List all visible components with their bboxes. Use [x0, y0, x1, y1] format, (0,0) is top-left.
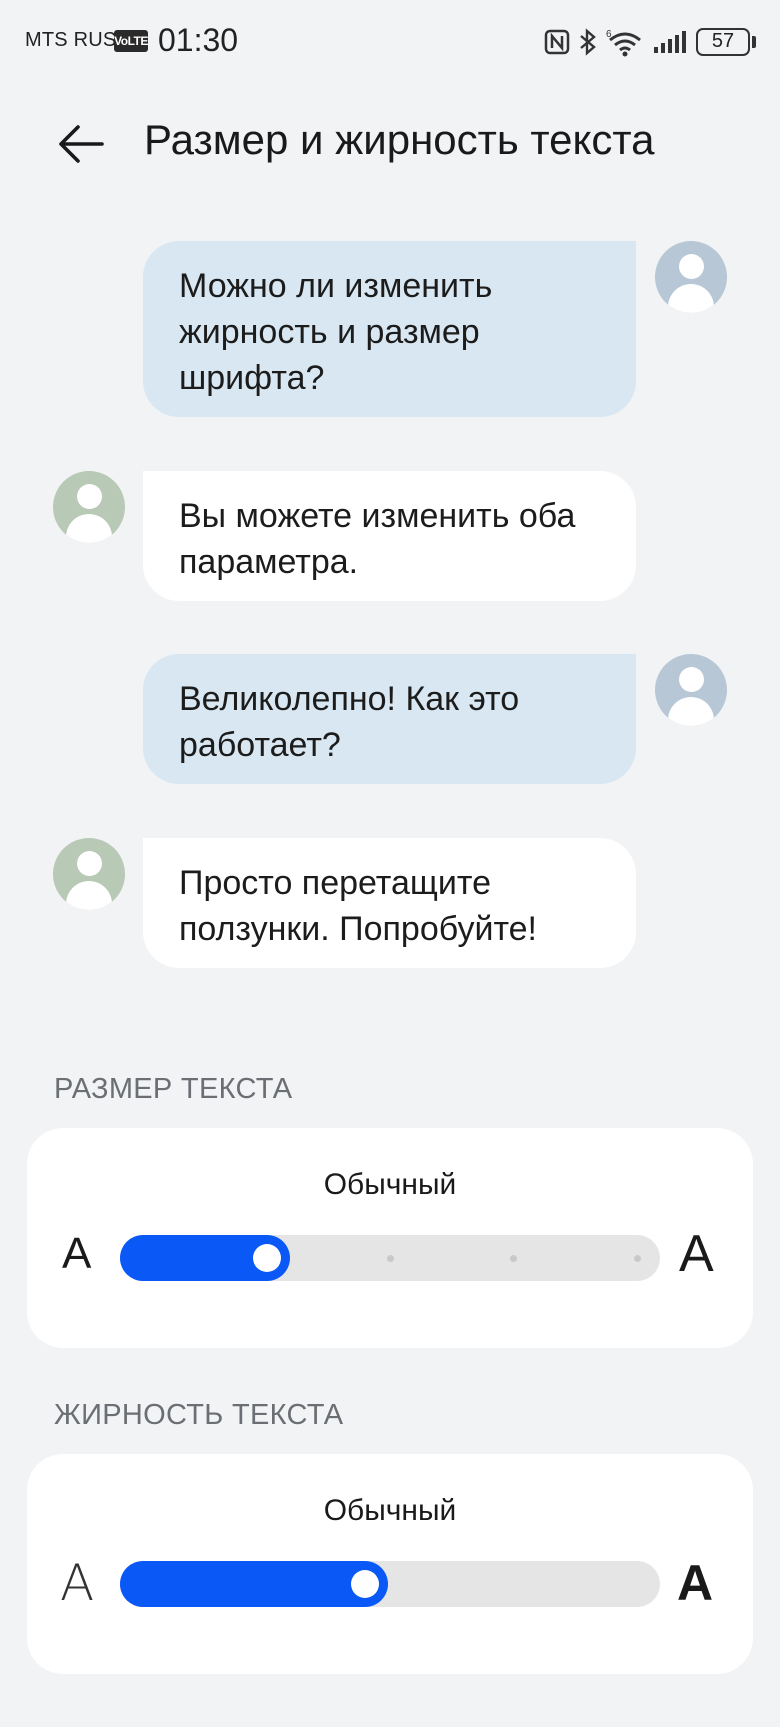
text-weight-section-label: ЖИРНОСТЬ ТЕКСТА — [54, 1399, 344, 1431]
slider-tick — [386, 1255, 394, 1262]
page-title: Размер и жирность текста — [144, 116, 655, 163]
slider-knob[interactable] — [252, 1244, 281, 1272]
nfc-icon — [544, 29, 570, 55]
text-size-value: Обычный — [323, 1168, 457, 1201]
battery-icon: 57 — [696, 28, 750, 56]
slider-tick — [633, 1255, 641, 1262]
carrier-name: MTS RUS — [25, 29, 117, 51]
text-weight-value: Обычный — [323, 1494, 457, 1527]
slider-tick — [510, 1255, 517, 1262]
chat-bubble-received: Вы можете изменить оба параметра. — [143, 471, 636, 601]
wifi-6-icon: 6 — [606, 29, 641, 57]
text-size-slider[interactable] — [120, 1235, 660, 1281]
text-size-card: Обычный A A — [27, 1128, 753, 1348]
avatar — [655, 241, 727, 313]
battery-tip — [752, 36, 756, 48]
back-button[interactable] — [56, 118, 106, 168]
avatar — [53, 471, 125, 543]
status-bar: MTS RUS VoLTE 01:30 6 57 — [0, 0, 780, 84]
chat-bubble-sent: Великолепно! Как это работает? — [143, 654, 636, 784]
slider-fill — [120, 1561, 389, 1607]
chat-bubble-received: Просто перетащите ползунки. Попробуйте! — [143, 838, 636, 968]
avatar — [655, 654, 727, 726]
thin-a-glyph: A — [60, 1554, 95, 1612]
text-size-section-label: РАЗМЕР ТЕКСТА — [54, 1073, 293, 1105]
avatar — [53, 838, 125, 910]
text-weight-slider[interactable] — [120, 1561, 660, 1607]
small-a-glyph: A — [62, 1229, 92, 1278]
arrow-left-icon — [59, 125, 104, 163]
chat-bubble-sent: Можно ли изменить жирность и размер шриф… — [143, 241, 636, 417]
status-icons: 6 57 — [544, 24, 756, 60]
large-a-glyph: A — [679, 1225, 714, 1283]
text-weight-card: Обычный A A — [27, 1454, 753, 1674]
bold-a-glyph: A — [677, 1555, 714, 1611]
status-time: 01:30 — [158, 22, 239, 58]
volte-badge: VoLTE — [114, 30, 148, 52]
bluetooth-icon — [580, 28, 596, 56]
signal-icon — [654, 31, 686, 53]
